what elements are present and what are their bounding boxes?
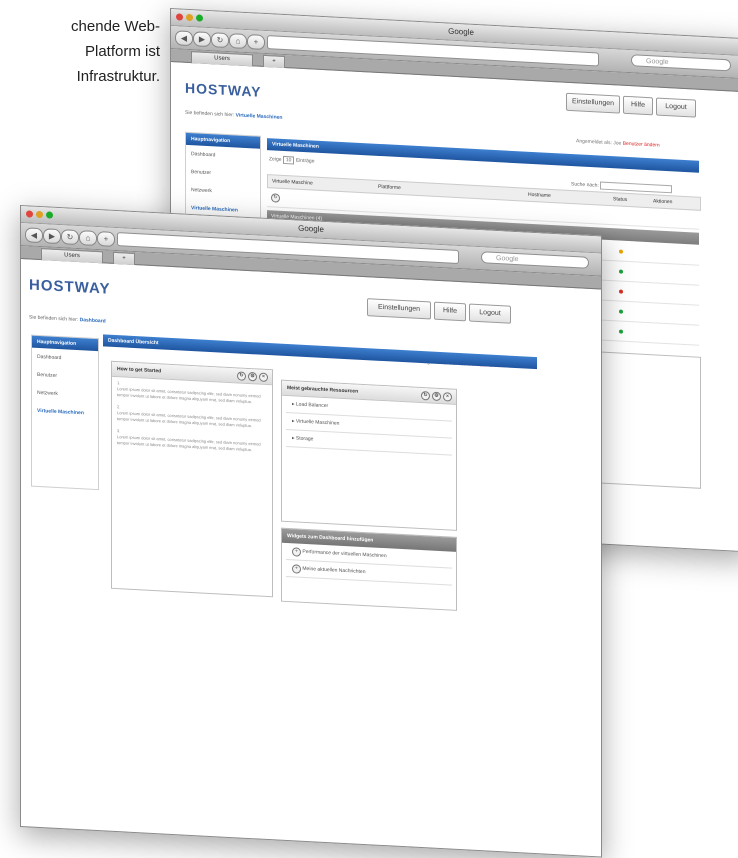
status-indicator-icon (619, 249, 623, 254)
entries-select[interactable]: 10 (282, 155, 295, 165)
back-window-controls (176, 13, 203, 22)
back-arrow-icon[interactable]: ◀ (25, 227, 43, 244)
back-login-label: Angemeldet als: Joe (576, 138, 622, 147)
resource-label: Virtuelle Maschinen (295, 418, 340, 427)
col-status[interactable]: Status (613, 193, 627, 206)
caption-line-1: chende Web- (71, 18, 160, 35)
close-window-icon[interactable] (176, 13, 183, 21)
close-icon[interactable]: × (443, 392, 452, 402)
getting-started-panel: How to get Started ↻ ⚙ × 1. Lorem ipsum … (111, 360, 273, 598)
back-breadcrumb-link[interactable]: Virtuelle Maschinen (236, 112, 283, 120)
back-change-user-link[interactable]: Benutzer ändern (623, 141, 660, 149)
recent-resources-panel: Meist gebrauchte Ressourcen ↻ ⚙ × ▸ Load… (281, 379, 457, 531)
back-window-title: Google (448, 26, 474, 37)
status-indicator-icon (619, 269, 623, 274)
caption: chende Web- Platform ist Infrastruktur. (0, 14, 160, 89)
front-sidebar-item-virtual-machines[interactable]: Virtuelle Maschinen (32, 402, 98, 423)
forward-arrow-icon[interactable]: ▶ (43, 228, 61, 245)
caption-line-3: Infrastruktur. (76, 68, 160, 85)
front-window-controls (26, 210, 53, 219)
front-breadcrumb-link[interactable]: Dashboard (80, 317, 106, 324)
front-logout-button[interactable]: Logout (469, 303, 511, 324)
add-icon[interactable]: + (292, 564, 301, 574)
back-login-notice: Angemeldet als: Joe Benutzer ändern (576, 138, 660, 148)
status-indicator-icon (619, 329, 623, 334)
col-virtual-machine[interactable]: Virtuelle Maschine (272, 175, 313, 189)
widget-label: Performance der virtuellen Maschinen (302, 548, 387, 560)
entries-label: Einträge (295, 157, 315, 165)
resource-label: Load Balancer (295, 401, 329, 410)
caption-line-2: Platform ist (84, 43, 160, 60)
col-actions[interactable]: Aktionen (653, 195, 672, 208)
back-arrow-icon[interactable]: ◀ (175, 30, 193, 47)
status-indicator-icon (619, 289, 623, 294)
status-indicator-icon (619, 309, 623, 314)
add-bookmark-icon[interactable]: + (97, 231, 115, 247)
refresh-icon[interactable]: ↻ (271, 193, 280, 203)
front-hostway-logo[interactable]: HOSTWAY (29, 276, 110, 297)
front-browser-window: Google ◀ ▶ ↻ ⌂ + Google Users + HOSTWAY … (20, 205, 602, 858)
back-breadcrumb-prefix: Sie befinden sich hier: (185, 109, 235, 119)
widget-label: Meine aktuellen Nachrichten (302, 565, 366, 576)
front-settings-button[interactable]: Einstellungen (367, 298, 431, 320)
zoom-window-icon[interactable] (196, 14, 203, 22)
close-window-icon[interactable] (26, 210, 33, 218)
resource-label: Storage (295, 435, 314, 443)
back-settings-button[interactable]: Einstellungen (566, 92, 620, 114)
back-search-input[interactable]: Google (631, 54, 731, 72)
front-help-button[interactable]: Hilfe (434, 301, 466, 322)
settings-icon[interactable]: ⚙ (432, 391, 441, 402)
minimize-window-icon[interactable] (186, 13, 193, 22)
col-hostname[interactable]: Hostname (528, 189, 551, 202)
show-label: Zeige (269, 156, 282, 163)
panel-controls: ↻ ⚙ × (421, 391, 452, 402)
back-help-button[interactable]: Hilfe (623, 95, 653, 116)
recent-resources-title: Meist gebrauchte Ressourcen (287, 384, 359, 395)
home-icon[interactable]: ⌂ (229, 33, 247, 50)
panel-controls: ↻ ⚙ × (237, 371, 268, 382)
refresh-icon[interactable]: ↻ (237, 371, 246, 381)
col-platform[interactable]: Plattforme (378, 181, 401, 194)
close-icon[interactable]: × (259, 372, 268, 382)
back-hostway-logo[interactable]: HOSTWAY (185, 80, 262, 100)
front-tab-users[interactable]: Users (41, 248, 103, 264)
back-tab-users[interactable]: Users (191, 51, 253, 67)
add-bookmark-icon[interactable]: + (247, 34, 265, 50)
new-tab-button[interactable]: + (263, 54, 285, 69)
reload-icon[interactable]: ↻ (61, 229, 79, 246)
refresh-icon[interactable]: ↻ (421, 391, 430, 401)
table-search-label: Suche nach: (571, 181, 599, 189)
new-tab-button[interactable]: + (113, 251, 135, 266)
home-icon[interactable]: ⌂ (79, 230, 97, 247)
minimize-window-icon[interactable] (36, 210, 43, 219)
back-entries-control: Zeige 10 Einträge (269, 155, 314, 165)
reload-icon[interactable]: ↻ (211, 32, 229, 49)
front-search-input[interactable]: Google (481, 251, 589, 269)
zoom-window-icon[interactable] (46, 211, 53, 219)
getting-started-title: How to get Started (117, 366, 162, 375)
front-window-title: Google (298, 223, 324, 234)
front-breadcrumb: Sie befinden sich hier: Dashboard (29, 314, 106, 324)
add-widgets-panel: Widgets zum Dashboard hinzufügen + Perfo… (281, 527, 457, 611)
add-icon[interactable]: + (292, 547, 301, 557)
settings-icon[interactable]: ⚙ (248, 371, 257, 382)
front-breadcrumb-prefix: Sie befinden sich hier: (29, 314, 79, 324)
back-logout-button[interactable]: Logout (656, 97, 696, 118)
forward-arrow-icon[interactable]: ▶ (193, 31, 211, 48)
back-breadcrumb: Sie befinden sich hier: Virtuelle Maschi… (185, 110, 282, 121)
front-sidebar: Hauptnavigation Dashboard Benutzer Netzw… (31, 334, 99, 491)
